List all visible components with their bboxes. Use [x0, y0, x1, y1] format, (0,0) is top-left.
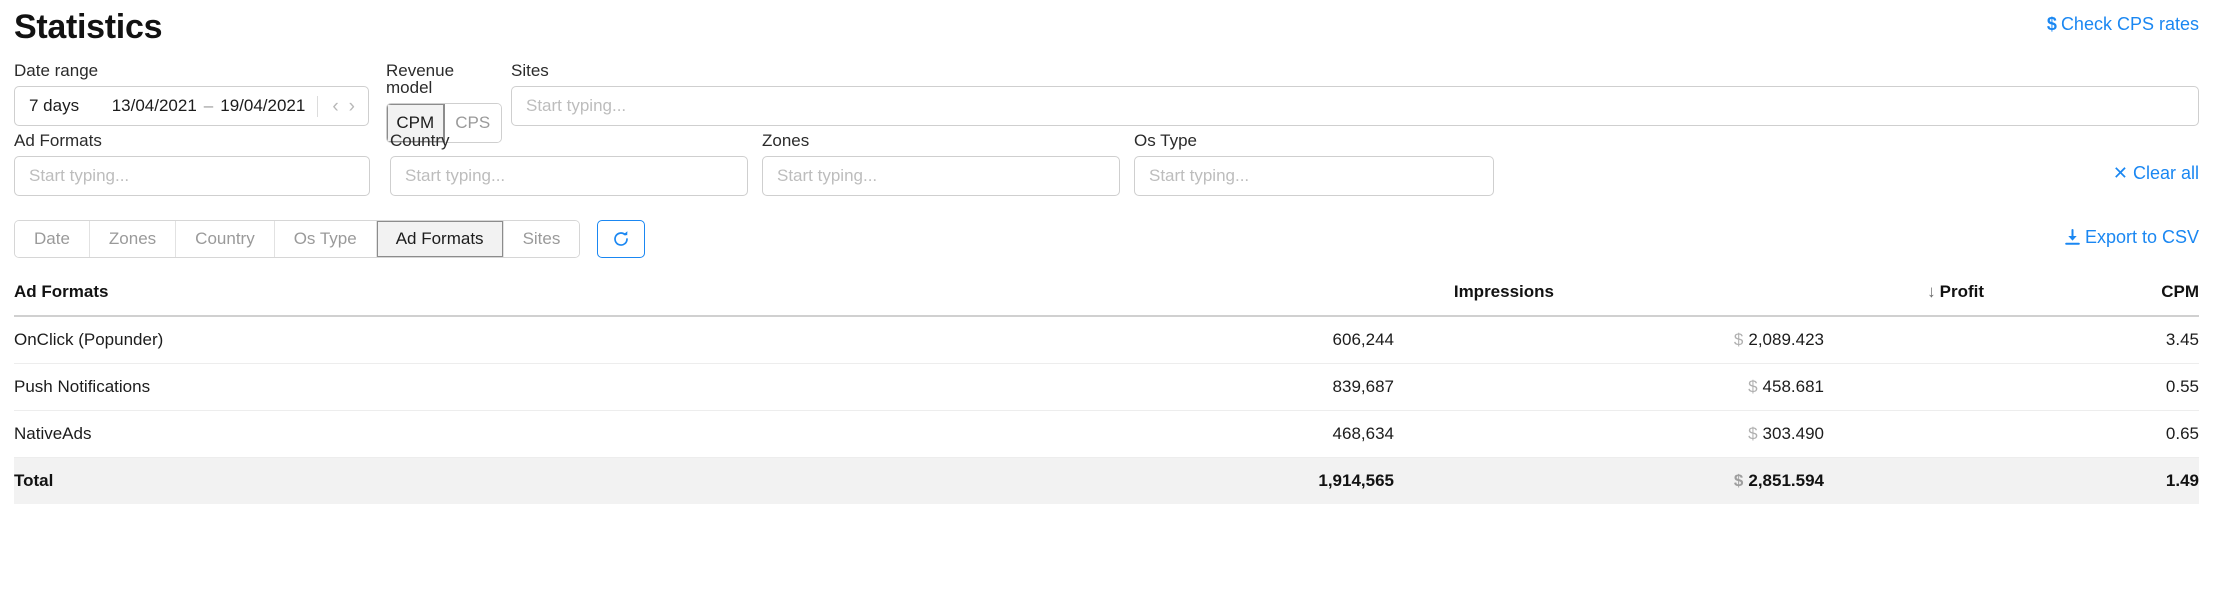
tab-zones[interactable]: Zones: [89, 221, 177, 257]
revenue-model-label: Revenue model: [386, 61, 455, 97]
cell-impressions: 606,244: [914, 316, 1554, 364]
cell-profit-value: 303.490: [1762, 424, 1824, 443]
column-header-profit[interactable]: ↓ Profit: [1554, 272, 1984, 317]
page-header: Statistics $ Check CPS rates: [14, 0, 2199, 62]
cell-cpm: 0.55: [1984, 363, 2199, 411]
date-range-field: Date range 7 days 13/04/2021 – 19/04/202…: [14, 62, 369, 126]
clear-all-button[interactable]: ✕ Clear all: [2113, 163, 2199, 184]
cell-total-profit-value: 2,851.594: [1748, 471, 1824, 490]
cell-cpm: 3.45: [1984, 316, 2199, 364]
column-header-cpm[interactable]: CPM: [1984, 272, 2199, 317]
close-x-icon: ✕: [2112, 163, 2128, 183]
cell-total-label: Total: [14, 457, 914, 504]
country-placeholder: Start typing...: [405, 166, 506, 185]
export-to-csv-label: Export to CSV: [2084, 227, 2199, 247]
sites-input[interactable]: Start typing...: [511, 86, 2199, 126]
sort-desc-arrow-icon: ↓: [1927, 282, 1936, 301]
cell-profit: $303.490: [1554, 410, 1984, 458]
page-title: Statistics: [14, 8, 163, 46]
ad-formats-field: Ad Formats Start typing...: [14, 132, 370, 196]
currency-symbol: $: [1733, 330, 1744, 349]
export-to-csv-button[interactable]: Export to CSV: [2065, 227, 2199, 248]
cell-profit: $458.681: [1554, 363, 1984, 411]
check-cps-rates-link[interactable]: $ Check CPS rates: [2047, 14, 2199, 35]
tab-ad-formats[interactable]: Ad Formats: [376, 221, 504, 257]
ad-formats-label: Ad Formats: [14, 131, 102, 150]
date-range-control[interactable]: 7 days 13/04/2021 – 19/04/2021 ‹ ›: [14, 86, 369, 126]
sites-field: Sites Start typing...: [511, 62, 2199, 126]
filter-row-primary: Date range 7 days 13/04/2021 – 19/04/202…: [14, 61, 2199, 143]
chevron-left-icon[interactable]: ‹: [327, 97, 343, 116]
groupby-tab-group: Date Zones Country Os Type Ad Formats Si…: [14, 220, 581, 258]
cell-impressions: 468,634: [914, 410, 1554, 458]
date-range-dates[interactable]: 13/04/2021 – 19/04/2021: [112, 96, 306, 116]
os-type-label: Os Type: [1134, 131, 1197, 150]
ad-formats-input[interactable]: Start typing...: [14, 156, 370, 196]
country-field: Country Start typing...: [390, 132, 748, 196]
cell-ad-format: Push Notifications: [14, 363, 914, 411]
date-range-label: Date range: [14, 61, 99, 80]
date-range-preset[interactable]: 7 days: [29, 96, 79, 116]
os-type-input[interactable]: Start typing...: [1134, 156, 1494, 196]
column-header-ad-formats[interactable]: Ad Formats: [14, 272, 914, 317]
country-label: Country: [390, 131, 450, 150]
ad-formats-placeholder: Start typing...: [29, 166, 130, 185]
currency-symbol: $: [1748, 424, 1758, 443]
table-row[interactable]: NativeAds 468,634 $303.490 0.65: [14, 410, 2199, 458]
country-input[interactable]: Start typing...: [390, 156, 748, 196]
cell-impressions: 839,687: [914, 363, 1554, 411]
date-range-dash: –: [203, 96, 214, 115]
tab-os-type[interactable]: Os Type: [274, 221, 377, 257]
tab-sites[interactable]: Sites: [503, 221, 580, 257]
currency-symbol: $: [1748, 377, 1758, 396]
column-header-profit-label: Profit: [1939, 282, 1984, 301]
os-type-placeholder: Start typing...: [1149, 166, 1250, 185]
refresh-button[interactable]: [596, 220, 645, 258]
date-range-end[interactable]: 19/04/2021: [220, 96, 305, 116]
statistics-table: Ad Formats Impressions ↓ Profit CPM OnCli…: [14, 272, 2199, 504]
filter-row-secondary: Ad Formats Start typing... Country Start…: [14, 132, 2199, 206]
cell-total-impressions: 1,914,565: [914, 457, 1554, 504]
refresh-icon: [613, 231, 628, 246]
zones-placeholder: Start typing...: [777, 166, 878, 185]
cell-ad-format: OnClick (Popunder): [14, 316, 914, 364]
cell-profit: $2,089.423: [1554, 316, 1984, 364]
sites-placeholder: Start typing...: [526, 96, 627, 115]
date-range-start[interactable]: 13/04/2021: [112, 96, 197, 116]
table-body: OnClick (Popunder) 606,244 $2,089.423 3.…: [14, 316, 2199, 504]
clear-all-label: Clear all: [2132, 163, 2199, 183]
tab-country[interactable]: Country: [176, 221, 275, 257]
cell-profit-value: 2,089.423: [1748, 330, 1824, 349]
groupby-toolbar: Date Zones Country Os Type Ad Formats Si…: [14, 220, 2199, 272]
cell-profit-value: 458.681: [1762, 377, 1824, 396]
cell-cpm: 0.65: [1984, 410, 2199, 458]
zones-input[interactable]: Start typing...: [762, 156, 1120, 196]
statistics-page: Statistics $ Check CPS rates Date range 7…: [0, 0, 2213, 595]
date-range-divider: [317, 95, 319, 117]
cell-total-profit: $2,851.594: [1554, 457, 1984, 504]
dollar-icon: $: [2046, 14, 2057, 34]
cell-total-cpm: 1.49: [1984, 457, 2199, 504]
check-cps-rates-label: Check CPS rates: [2060, 14, 2199, 34]
zones-label: Zones: [762, 131, 810, 150]
chevron-right-icon[interactable]: ›: [344, 97, 360, 116]
os-type-field: Os Type Start typing...: [1134, 132, 1494, 196]
column-header-impressions[interactable]: Impressions: [914, 272, 1554, 317]
cell-ad-format: NativeAds: [14, 410, 914, 458]
table-row[interactable]: Push Notifications 839,687 $458.681 0.55: [14, 363, 2199, 411]
zones-field: Zones Start typing...: [762, 132, 1120, 196]
tab-date[interactable]: Date: [15, 221, 90, 257]
sites-label: Sites: [511, 61, 549, 80]
download-icon: [2065, 229, 2080, 245]
table-header: Ad Formats Impressions ↓ Profit CPM: [14, 272, 2199, 317]
table-row[interactable]: OnClick (Popunder) 606,244 $2,089.423 3.…: [14, 316, 2199, 364]
table-header-row: Ad Formats Impressions ↓ Profit CPM: [14, 272, 2199, 317]
table-total-row: Total 1,914,565 $2,851.594 1.49: [14, 457, 2199, 504]
currency-symbol: $: [1733, 471, 1744, 490]
